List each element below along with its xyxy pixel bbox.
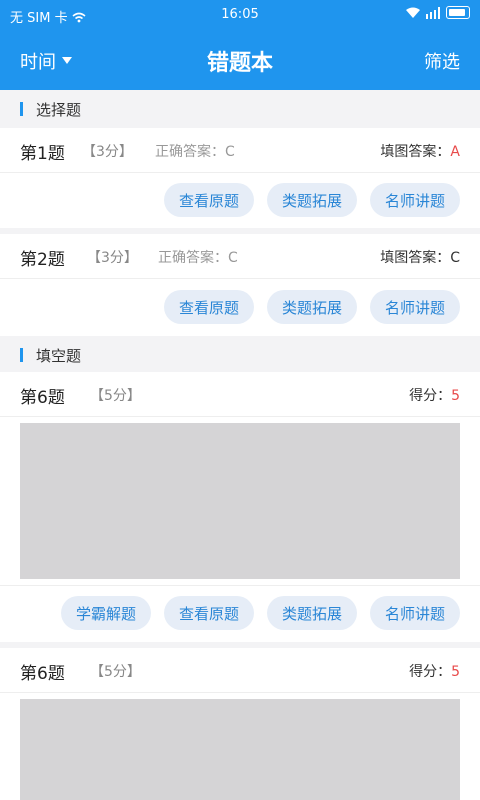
similar-questions-button[interactable]: 类题拓展 [266,183,357,217]
filled-answer: 填图答案：C [380,247,460,267]
correct-answer: 正确答案：C [155,141,235,161]
section-header-choice: 选择题 [0,90,480,126]
view-original-button[interactable]: 查看原题 [163,596,254,630]
question-card: 第6题 【5分】 得分：5 学霸解题 查看原题 类题拓展 名师讲题 [0,372,480,642]
score-label: 得分： [409,664,452,680]
question-number: 第1题 [20,144,65,164]
correct-answer: 正确答案：C [158,247,238,267]
teacher-explain-button[interactable]: 名师讲题 [369,596,460,630]
question-card: 第2题 【3分】 正确答案：C 填图答案：C 查看原题 类题拓展 名师讲题 [0,234,480,336]
filled-answer-value: C [450,250,460,266]
section-title: 填空题 [36,347,82,365]
filled-answer-label: 填图答案： [380,144,451,160]
score-label: 得分： [409,388,452,404]
question-score: 【3分】 [87,250,138,266]
question-number: 第6题 [20,664,65,684]
score-value: 5 [451,388,460,404]
wifi-signal-icon [406,7,420,18]
question-image [20,699,460,800]
question-header: 第6题 【5分】 得分：5 [0,372,480,417]
filter-button[interactable]: 筛选 [424,48,460,74]
question-header: 第6题 【5分】 得分：5 [0,648,480,693]
question-number: 第2题 [20,250,65,270]
action-buttons: 查看原题 类题拓展 名师讲题 [163,183,460,217]
teacher-explain-button[interactable]: 名师讲题 [369,183,460,217]
question-header: 第2题 【3分】 正确答案：C 填图答案：C [0,234,480,279]
question-number: 第6题 [20,388,65,408]
score-value: 5 [451,664,460,680]
correct-answer-label: 正确答案： [155,144,225,160]
nav-bar: 时间 错题本 筛选 [0,30,480,90]
status-icons [406,6,470,19]
view-original-button[interactable]: 查看原题 [163,290,254,324]
study-solution-button[interactable]: 学霸解题 [60,596,151,630]
question-score: 【5分】 [90,388,141,404]
teacher-explain-button[interactable]: 名师讲题 [369,290,460,324]
question-score: 【5分】 [90,664,141,680]
filled-answer: 填图答案：A [380,141,460,161]
section-accent-bar [20,348,23,362]
section-header-fill: 填空题 [0,336,480,372]
question-score: 【3分】 [82,144,133,160]
similar-questions-button[interactable]: 类题拓展 [266,290,357,324]
question-card: 第6题 【5分】 得分：5 [0,648,480,800]
action-buttons: 查看原题 类题拓展 名师讲题 [163,290,460,324]
action-buttons: 学霸解题 查看原题 类题拓展 名师讲题 [60,596,460,630]
correct-answer-value: C [228,250,238,266]
status-bar: 无 SIM 卡 16:05 [0,0,480,30]
section-accent-bar [20,102,23,116]
section-title: 选择题 [36,101,82,119]
score-result: 得分：5 [409,661,460,681]
correct-answer-label: 正确答案： [158,250,228,266]
divider [0,585,480,586]
battery-icon [446,6,470,19]
page-title: 错题本 [206,51,273,76]
question-header: 第1题 【3分】 正确答案：C 填图答案：A [0,128,480,173]
similar-questions-button[interactable]: 类题拓展 [266,596,357,630]
cell-signal-icon [426,6,440,19]
correct-answer-value: C [225,144,235,160]
filled-answer-value: A [450,144,460,160]
question-card: 第1题 【3分】 正确答案：C 填图答案：A 查看原题 类题拓展 名师讲题 [0,128,480,228]
view-original-button[interactable]: 查看原题 [163,183,254,217]
question-image [20,423,460,579]
filled-answer-label: 填图答案： [380,250,451,266]
score-result: 得分：5 [409,385,460,405]
